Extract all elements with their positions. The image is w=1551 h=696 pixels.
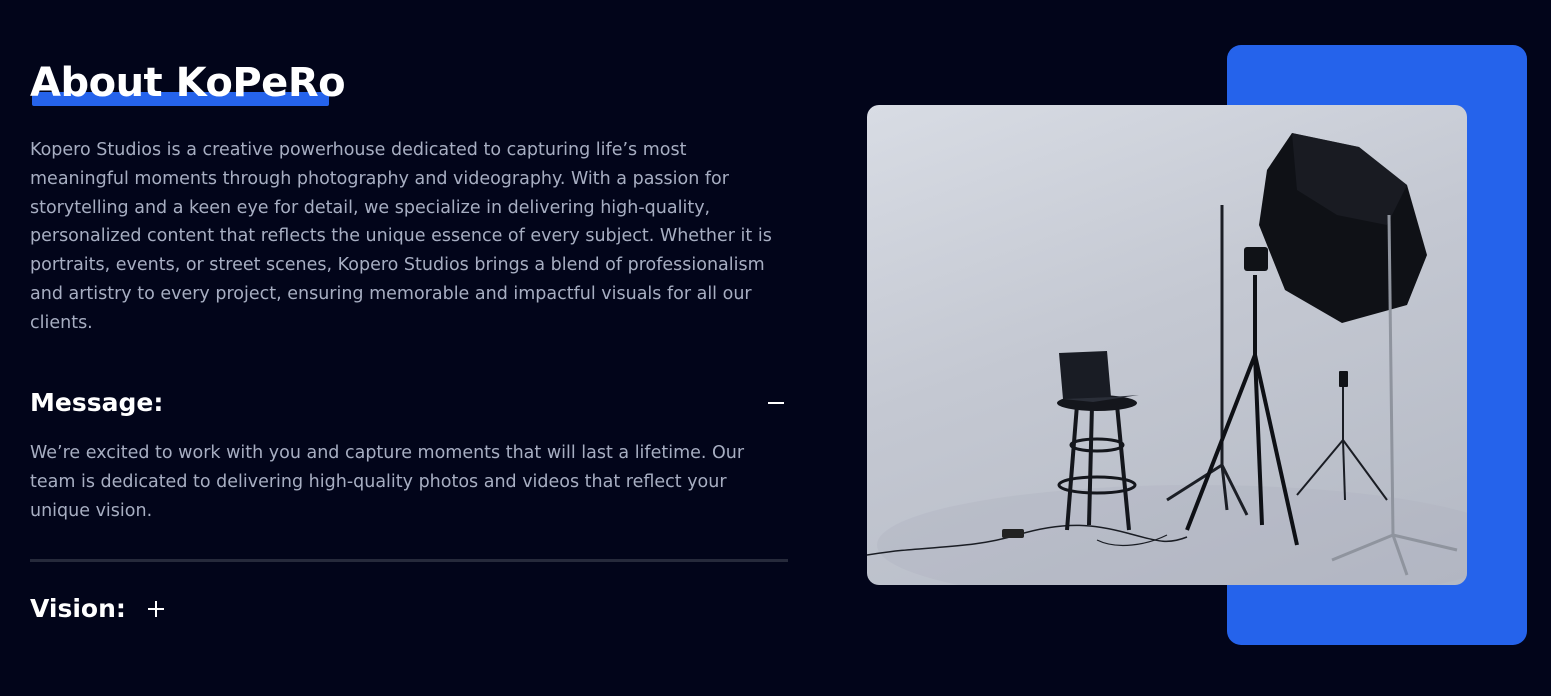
accordion-message-header[interactable]: Message:: [30, 388, 788, 417]
about-description: Kopero Studios is a creative powerhouse …: [30, 140, 772, 333]
accordion-message-title: Message:: [30, 388, 164, 417]
plus-icon[interactable]: [147, 600, 164, 617]
accordion-message-body: We’re excited to work with you and captu…: [30, 443, 745, 521]
page-title: About KoPeRo: [30, 60, 346, 106]
studio-equipment-illustration: [867, 133, 1467, 585]
accordion-vision-header[interactable]: Vision:: [30, 594, 164, 623]
minus-icon[interactable]: [768, 401, 784, 404]
accordion-vision-title: Vision:: [30, 594, 126, 623]
section-heading: About KoPeRo: [30, 58, 346, 108]
studio-photo: [867, 105, 1467, 585]
accordion-divider: [30, 559, 788, 562]
